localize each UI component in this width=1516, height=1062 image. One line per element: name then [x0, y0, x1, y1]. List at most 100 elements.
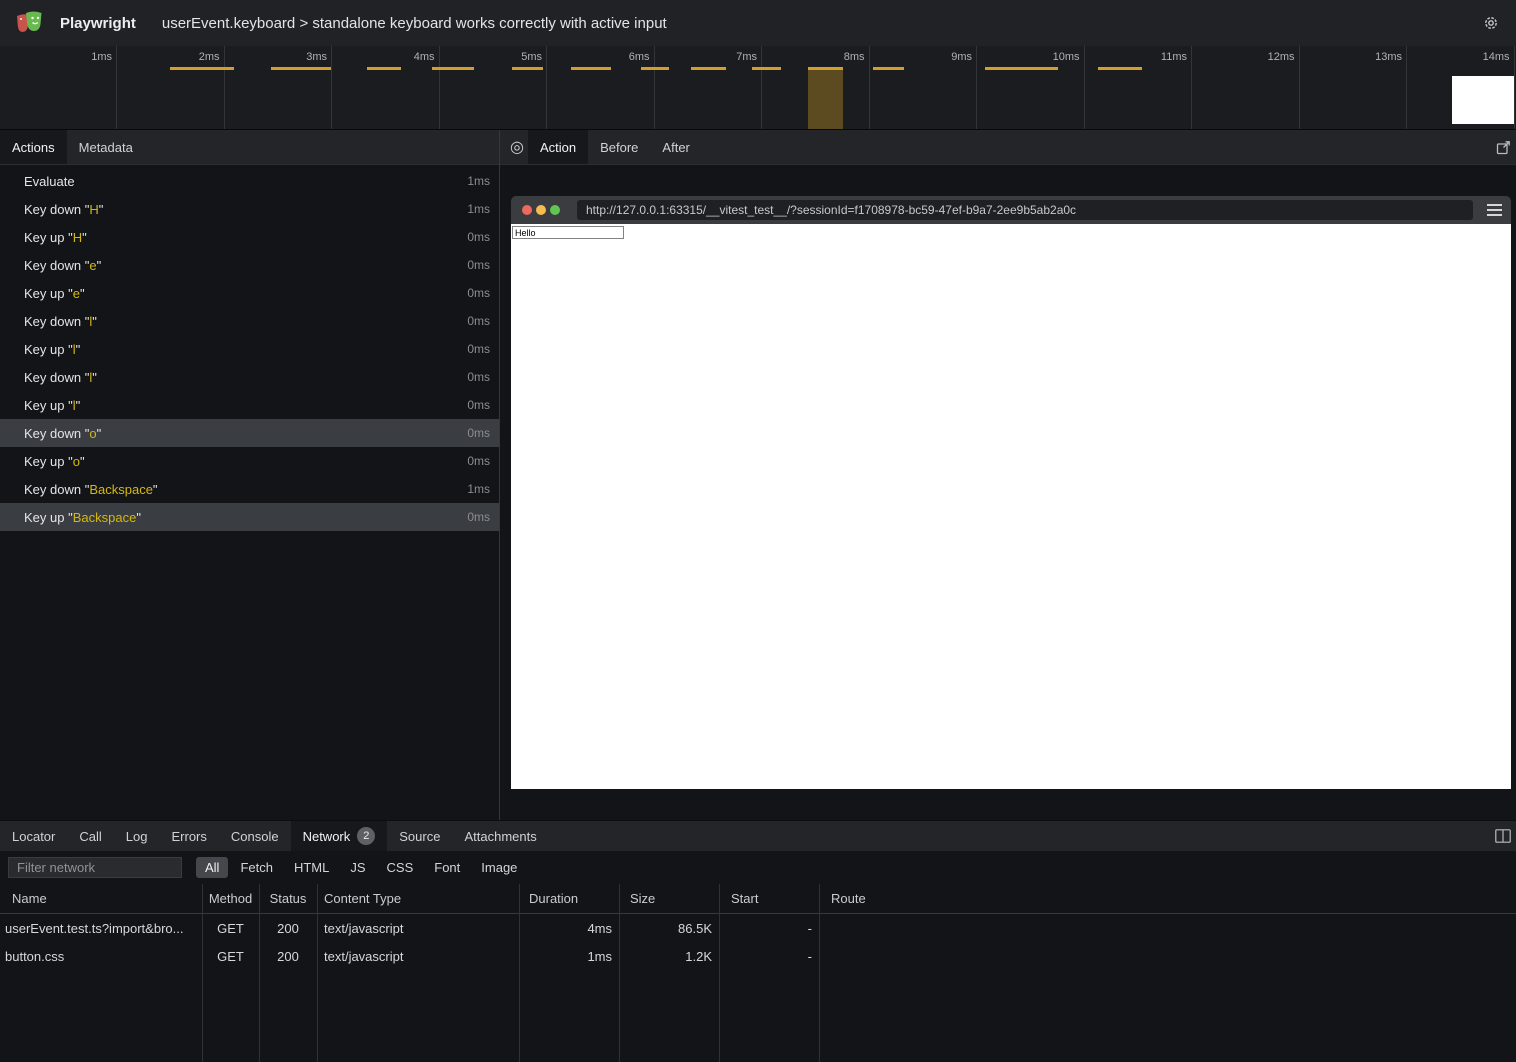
action-row[interactable]: Key down "Backspace"1ms	[0, 475, 499, 503]
col-header-route[interactable]: Route	[819, 891, 1516, 906]
tab-network[interactable]: Network 2	[291, 821, 388, 851]
network-cell-ctype: text/javascript	[317, 949, 519, 964]
action-row[interactable]: Key down "l"0ms	[0, 363, 499, 391]
tab-actions[interactable]: Actions	[0, 130, 67, 164]
timeline-time-label: 9ms	[914, 51, 972, 63]
timeline-time-label: 3ms	[269, 51, 327, 63]
traffic-light-close-icon	[522, 205, 532, 215]
action-row[interactable]: Key down "l"0ms	[0, 307, 499, 335]
timeline-action-tick	[752, 67, 781, 70]
left-panel-tabbar: Actions Metadata	[0, 130, 499, 165]
action-duration: 0ms	[467, 510, 490, 524]
action-row[interactable]: Key down "H"1ms	[0, 195, 499, 223]
chip-fetch[interactable]: Fetch	[231, 857, 282, 878]
settings-gear-icon[interactable]	[1480, 12, 1502, 34]
tab-attachments[interactable]: Attachments	[452, 821, 548, 851]
network-count-badge: 2	[357, 827, 375, 845]
action-duration: 0ms	[467, 258, 490, 272]
timeline-gridline	[546, 46, 547, 129]
column-separator[interactable]	[202, 884, 203, 1062]
chip-image[interactable]: Image	[472, 857, 526, 878]
timeline-action-tick	[271, 67, 331, 70]
tab-source[interactable]: Source	[387, 821, 452, 851]
network-table-header: Name Method Status Content Type Duration…	[0, 884, 1516, 914]
network-cell-size: 86.5K	[619, 921, 719, 936]
tab-console[interactable]: Console	[219, 821, 291, 851]
chip-css[interactable]: CSS	[378, 857, 423, 878]
column-separator[interactable]	[619, 884, 620, 1062]
col-header-content-type[interactable]: Content Type	[317, 891, 519, 906]
timeline-action-tick	[571, 67, 611, 70]
col-header-size[interactable]: Size	[619, 891, 719, 906]
chip-all[interactable]: All	[196, 857, 228, 878]
timeline[interactable]: 1ms2ms3ms4ms5ms6ms7ms8ms9ms10ms11ms12ms1…	[0, 46, 1516, 130]
action-row[interactable]: Key up "e"0ms	[0, 279, 499, 307]
tab-call[interactable]: Call	[67, 821, 113, 851]
network-cell-dur: 1ms	[519, 949, 619, 964]
timeline-time-label: 12ms	[1237, 51, 1295, 63]
column-separator[interactable]	[317, 884, 318, 1062]
column-separator[interactable]	[519, 884, 520, 1062]
action-label: Key up	[24, 454, 64, 469]
tab-locator[interactable]: Locator	[0, 821, 67, 851]
tab-errors[interactable]: Errors	[159, 821, 218, 851]
tab-log[interactable]: Log	[114, 821, 160, 851]
timeline-selection-band[interactable]	[808, 67, 843, 129]
action-label: Key up	[24, 230, 64, 245]
action-label: Key down	[24, 370, 81, 385]
action-row[interactable]: Key up "Backspace"0ms	[0, 503, 499, 531]
timeline-gridline	[439, 46, 440, 129]
tab-network-label: Network	[303, 829, 351, 844]
action-row[interactable]: Key up "o"0ms	[0, 447, 499, 475]
col-header-start[interactable]: Start	[719, 891, 819, 906]
tab-before-snapshot[interactable]: Before	[588, 130, 650, 164]
network-table: Name Method Status Content Type Duration…	[0, 884, 1516, 1062]
action-label: Key up	[24, 286, 64, 301]
action-duration: 0ms	[467, 454, 490, 468]
action-row[interactable]: Key down "e"0ms	[0, 251, 499, 279]
col-header-duration[interactable]: Duration	[519, 891, 619, 906]
col-header-name[interactable]: Name	[0, 891, 202, 906]
column-separator[interactable]	[819, 884, 820, 1062]
split-view-columns-icon[interactable]	[1490, 821, 1516, 851]
test-title: userEvent.keyboard > standalone keyboard…	[162, 15, 667, 32]
timeline-action-tick	[432, 67, 474, 70]
action-row[interactable]: Key up "l"0ms	[0, 335, 499, 363]
timeline-action-tick	[985, 67, 1058, 70]
tab-after-snapshot[interactable]: After	[650, 130, 701, 164]
snapshot-browser-chrome: http://127.0.0.1:63315/__vitest_test__/?…	[511, 196, 1511, 224]
chip-js[interactable]: JS	[341, 857, 374, 878]
browser-menu-icon	[1487, 204, 1502, 216]
action-row[interactable]: Key down "o"0ms	[0, 419, 499, 447]
column-separator[interactable]	[719, 884, 720, 1062]
chip-html[interactable]: HTML	[285, 857, 338, 878]
timeline-action-tick	[1098, 67, 1142, 70]
network-filter-input[interactable]	[8, 857, 182, 878]
timeline-action-tick	[641, 67, 669, 70]
action-key-value: H	[73, 230, 82, 245]
network-request-row[interactable]: button.cssGET200text/javascript1ms1.2K-	[0, 942, 1516, 970]
bottom-panel-tabbar: Locator Call Log Errors Console Network …	[0, 820, 1516, 851]
action-row[interactable]: Key up "l"0ms	[0, 391, 499, 419]
network-filter-row: All Fetch HTML JS CSS Font Image	[0, 851, 1516, 884]
open-snapshot-external-icon[interactable]	[1490, 130, 1516, 164]
timeline-action-tick	[873, 67, 904, 70]
column-separator[interactable]	[259, 884, 260, 1062]
col-header-method[interactable]: Method	[202, 891, 259, 906]
action-row[interactable]: Evaluate1ms	[0, 167, 499, 195]
tab-action-snapshot[interactable]: Action	[528, 130, 588, 164]
timeline-time-label: 11ms	[1129, 51, 1187, 63]
action-row[interactable]: Key up "H"0ms	[0, 223, 499, 251]
timeline-gridline	[116, 46, 117, 129]
timeline-time-label: 7ms	[699, 51, 757, 63]
col-header-status[interactable]: Status	[259, 891, 317, 906]
trace-viewer-window: Playwright userEvent.keyboard > standalo…	[0, 0, 1516, 1062]
action-key-value: o	[89, 426, 96, 441]
traffic-light-zoom-icon	[550, 205, 560, 215]
tab-metadata[interactable]: Metadata	[67, 130, 145, 164]
page-text-input[interactable]	[512, 226, 624, 239]
pick-locator-target-icon[interactable]: ◎	[510, 130, 524, 164]
network-request-row[interactable]: userEvent.test.ts?import&bro...GET200tex…	[0, 914, 1516, 942]
chip-font[interactable]: Font	[425, 857, 469, 878]
action-duration: 0ms	[467, 314, 490, 328]
